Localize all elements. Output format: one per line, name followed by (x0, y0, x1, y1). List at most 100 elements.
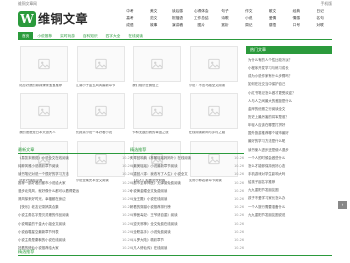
card-caption[interactable]: 陆总好狼的妹妹辣条宝宝推荐 (19, 84, 69, 87)
article-card[interactable]: 卡和无敌的我的幸运之旅 (131, 93, 184, 134)
hot-article-link[interactable]: 成为小说作家有什么步骤吗？ (246, 72, 332, 80)
list-item[interactable]: 推荐一部好看的都市小说给大家 10-26 (18, 179, 132, 187)
article-card[interactable]: 陆总好狼的妹妹辣条宝宝推荐 (18, 46, 71, 87)
list-item[interactable]: 《神医毒妃：王爷请自重》阅读 10-26 (130, 211, 244, 219)
category-link[interactable]: 赏析 (213, 23, 237, 28)
category-link[interactable]: 周记 (237, 23, 261, 28)
article-card[interactable]: 江湖小子金玉风风最新章节 (75, 46, 128, 87)
hot-article-link[interactable]: 九九重阳节发朋友圈说说 (246, 211, 332, 219)
list-item[interactable]: 漫步北苑风，就好像什么都可以看得更远 10-26 (18, 187, 132, 195)
card-caption[interactable]: 小说：不出马路全文阅读 (189, 84, 239, 87)
category-link[interactable]: 小说 (237, 16, 261, 21)
hot-article-link[interactable]: 一个人旅行需要准备什么 (246, 203, 332, 211)
article-card[interactable]: 长篇类小说一本好看小说 (75, 93, 128, 134)
list-item[interactable]: 小说明星的千金大小姐全文阅读 10-26 (18, 220, 132, 228)
hot-article-link[interactable]: 最好的学习方法是什么呢 (246, 137, 332, 145)
list-item[interactable]: 好看的穿越小说推荐排行榜 10-26 (130, 203, 244, 211)
list-item[interactable]: 读书笔记对说一个很好的学习方法 10-26 (18, 170, 132, 178)
category-link[interactable]: 工作总结 (189, 16, 213, 21)
nav-item[interactable]: 小说推荐 (33, 32, 56, 40)
list-item[interactable]: 《逆天邪神》全文免费在线阅读 10-26 (130, 220, 244, 228)
card-caption[interactable]: 在线阅读新网与乡村之路 (189, 131, 239, 134)
nav-item[interactable]: 百科知识 (79, 32, 102, 40)
hot-article-link[interactable]: 孩子不爱学习家长怎么办 (246, 194, 332, 202)
list-item[interactable]: 小说主角是秦枫的小说在线阅读 10-26 (18, 236, 132, 244)
thumbnail-placeholder (76, 93, 125, 130)
category-link[interactable]: 美文 (142, 9, 166, 14)
list-item[interactable]: 《斗罗大陆》精彩章节 10-26 (130, 236, 244, 244)
hot-article-link[interactable]: 小红书笔记怎么做才更受欢迎？ (246, 89, 332, 97)
list-item[interactable]: 天琴回响典《林黎瑶瑶妈妈叶》在线阅读 10-26 (130, 154, 244, 162)
list-item[interactable]: 《全职高手》小说免费阅读 10-26 (130, 228, 244, 236)
article-card[interactable]: 小说：不出马路全文阅读 (188, 46, 241, 87)
category-link[interactable]: 心得体会 (189, 9, 213, 14)
category-link[interactable]: 故事 (142, 23, 166, 28)
hot-article-link[interactable]: 人与人之间最大的差距是什么 (246, 97, 332, 105)
category-link[interactable]: 作文 (237, 9, 261, 14)
category-link[interactable]: 中考 (118, 9, 142, 14)
category-link[interactable]: 读后感 (166, 9, 190, 14)
nav-item[interactable]: 四字大全 (102, 32, 125, 40)
site-logo[interactable]: W 维铜文章 (18, 10, 88, 27)
hot-article-link[interactable]: 小程序开发学习与练习成长 (246, 64, 332, 72)
list-item[interactable]: 清风徐来好时光，幸福都在身边 10-26 (18, 195, 132, 203)
article-card[interactable]: 我的爸爸是日本天道大人 (18, 93, 71, 134)
hot-article-link[interactable]: 怎么才能够保持良好心态 (246, 162, 332, 170)
card-caption[interactable]: 江湖小子金玉风风最新章节 (76, 84, 126, 87)
category-link[interactable]: 散文 (261, 9, 285, 14)
list-item[interactable]: 《重回八零：我改写了人生》小说全文 10-26 (130, 170, 244, 178)
recommend-list: 天琴回响典《林黎瑶瑶妈妈叶》在线阅读 10-26 《最美瑶瑶》小说最新章节阅读 10-… (130, 154, 244, 252)
category-link[interactable]: 感悟 (261, 23, 285, 28)
nav-item[interactable]: 实时玩游 (56, 32, 79, 40)
hot-article-link[interactable]: 九九重阳节发朋友圈 (246, 186, 332, 194)
hot-article-link[interactable]: 一个人的时候会做些什么 (246, 154, 332, 162)
card-caption[interactable]: 卡和无敌的我的幸运之旅 (132, 131, 182, 134)
category-link[interactable]: 对联 (308, 23, 332, 28)
list-item-title: 小说吞噬星空最新章节列表 (18, 229, 59, 234)
hot-article-link[interactable]: 读书使人进步还是使人退步 (246, 146, 332, 154)
list-item[interactable]: 《易凯末雅茹》小说全文在线阅读 10-26 (18, 154, 132, 162)
category-link[interactable]: 演讲稿 (166, 23, 190, 28)
category-link[interactable]: 诗歌 (213, 16, 237, 21)
mobile-version-link[interactable]: 手机版 (321, 2, 332, 6)
category-link[interactable]: 祝福语 (166, 16, 190, 21)
list-item[interactable]: 小说黄金瞳全文免费阅读 10-26 (130, 187, 244, 195)
category-link[interactable]: 经典 (284, 9, 308, 14)
category-link[interactable]: 名句 (308, 16, 332, 21)
site-name-link[interactable]: 维铜文章网 (18, 2, 37, 6)
hot-article-link[interactable]: 手机游戏对学生影响大吗 (246, 170, 332, 178)
hot-article-link[interactable]: 如何在社交当中保护自己 (246, 80, 332, 88)
hot-article-link[interactable]: 年轻人应该在哪里打拼好 (246, 121, 332, 129)
back-to-top-button[interactable]: ↑ (338, 201, 347, 209)
category-link[interactable]: 句子 (213, 9, 237, 14)
category-link[interactable]: 情感 (284, 16, 308, 21)
list-item[interactable]: 《都市至尊神医》无弹窗免费阅读 10-26 (130, 179, 244, 187)
category-link[interactable]: 日记 (308, 9, 332, 14)
hot-article-link[interactable]: 金岸的优雅之行阅读全文 (246, 105, 332, 113)
category-link[interactable]: 图片 (189, 23, 213, 28)
category-link[interactable]: 爱情 (261, 16, 285, 21)
list-item[interactable]: 小说主角名字是贝灵珊的作品阅读 10-26 (18, 211, 132, 219)
hot-article-link[interactable]: 给孩子起名字推荐 (246, 178, 332, 186)
card-caption[interactable]: 长篇类小说一本好看小说 (76, 131, 126, 134)
list-item[interactable]: 小说吞噬星空最新章节列表 10-26 (18, 228, 132, 236)
card-caption[interactable]: 我们相识在微信上 (132, 84, 182, 87)
list-item[interactable]: 《龙王殿》小说在线阅读 10-26 (130, 195, 244, 203)
category-link[interactable]: 高考 (118, 16, 142, 21)
nav-item[interactable]: 在线阅读 (124, 32, 147, 40)
category-link[interactable]: 范文 (142, 16, 166, 21)
article-card[interactable]: 在线阅读新网与乡村之路 (188, 93, 241, 134)
hot-article-link[interactable]: 历史上最厉害的将军是谁？ (246, 113, 332, 121)
main-nav: 首页 小说推荐 实时玩游 百科知识 四字大全 在线阅读 (18, 31, 332, 40)
nav-home[interactable]: 首页 (18, 31, 34, 40)
category-link[interactable]: 成语 (118, 23, 142, 28)
article-card[interactable]: 我们相识在微信上 (131, 46, 184, 87)
list-item[interactable]: 纯粹风雅小说精彩章节阅读 10-26 (18, 162, 132, 170)
card-caption[interactable]: 我的爸爸是日本天道大人 (19, 131, 69, 134)
list-item[interactable]: 【快乐】老友记录搞笑合集 10-26 (18, 203, 132, 211)
category-link[interactable]: 口号 (284, 23, 308, 28)
list-item[interactable]: 《最美瑶瑶》小说最新章节阅读 10-26 (130, 162, 244, 170)
bottom-section: 精选推荐 (18, 248, 332, 258)
hot-article-link[interactable]: 国外旅游推荐哪个城市最好 (246, 129, 332, 137)
hot-article-link[interactable]: 为什么有的人个性比较冷淡？ (246, 56, 332, 64)
